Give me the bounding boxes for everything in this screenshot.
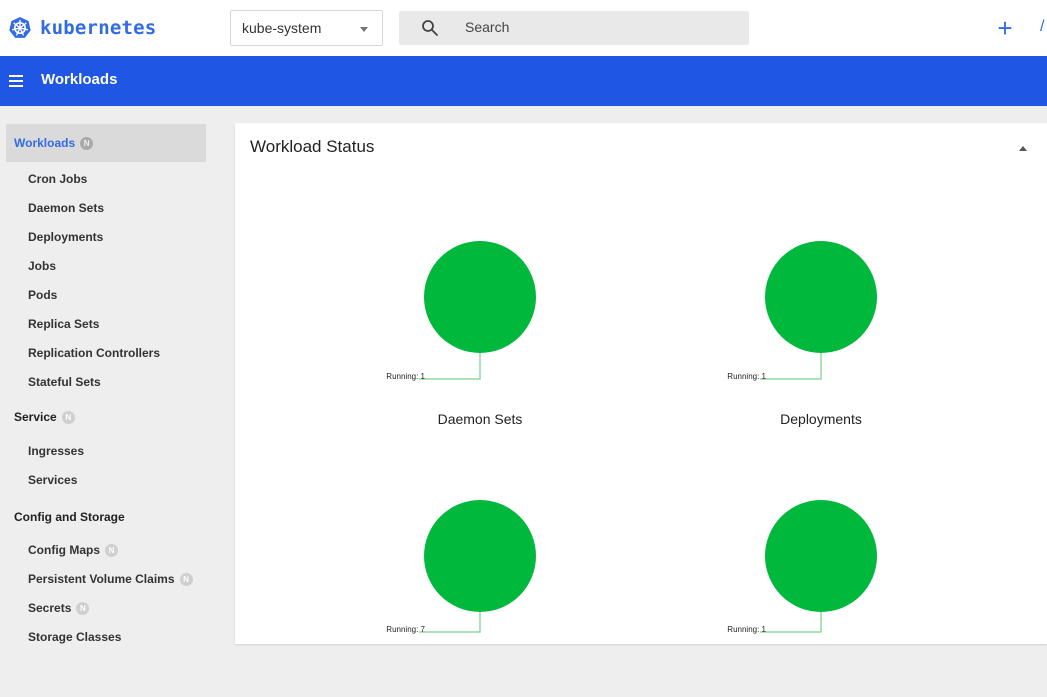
running-count-label: Running: 1 [386,372,425,381]
account-menu-icon[interactable]: / [1040,18,1044,36]
namespaced-badge: N [80,136,94,150]
running-count-label: Running: 1 [727,625,766,634]
hamburger-menu-icon[interactable] [9,75,23,87]
sidebar-item-replication-controllers[interactable]: Replication Controllers [28,342,160,364]
sidebar-group-label: Config and Storage [14,510,125,524]
sidebar-group-service[interactable]: Service N [6,398,206,436]
search-input[interactable]: Search [399,11,749,45]
sidebar-item-label: Persistent Volume Claims [28,572,175,586]
pie-chart [760,241,877,380]
namespaced-badge: N [105,543,118,557]
sidebar-item-jobs[interactable]: Jobs [28,255,56,277]
page-app-bar: Workloads [0,56,1047,106]
running-pie-slice[interactable] [424,241,536,353]
pie-chart [419,500,536,633]
sidebar-item-label: Storage Classes [28,630,122,644]
workload-status-card: Workload Status Running: 1 Daemon Sets R… [235,123,1047,644]
running-pie-slice[interactable] [765,241,877,353]
pie-chart [760,500,877,633]
running-count-label: Running: 1 [727,372,766,381]
leader-line [760,353,822,380]
sidebar-group-label: Workloads [14,136,76,150]
namespaced-badge: N [76,601,90,615]
sidebar-nav: Workloads N Cron Jobs Daemon Sets Deploy… [0,106,215,644]
sidebar-group-label: Service [14,410,57,424]
status-chart-deployments[interactable] [721,233,921,433]
running-count-label: Running: 7 [386,625,425,634]
leader-line [419,353,481,380]
namespace-value: kube-system [242,20,322,36]
running-pie-slice[interactable] [765,500,877,612]
pie-chart [419,241,536,380]
sidebar-item-config-maps[interactable]: Config Maps N [28,539,118,561]
card-title: Workload Status [250,137,375,156]
sidebar-group-workloads[interactable]: Workloads N [6,124,206,162]
sidebar-item-ingresses[interactable]: Ingresses [28,440,84,462]
sidebar-item-replica-sets[interactable]: Replica Sets [28,313,99,335]
top-toolbar: kubernetes kube-system Search + / [0,0,1047,56]
status-chart-daemon-sets[interactable] [380,233,580,433]
dropdown-arrow-icon [360,27,368,32]
status-chart-jobs[interactable] [380,492,580,692]
page-title: Workloads [41,71,118,88]
sidebar-item-secrets[interactable]: Secrets N [28,597,90,619]
create-button[interactable]: + [992,14,1018,42]
running-pie-slice[interactable] [424,500,536,612]
sidebar-item-label: Secrets [28,601,72,615]
status-chart-pods[interactable] [721,492,921,692]
leader-line [419,612,481,633]
chart-caption: Deployments [780,411,862,427]
sidebar-item-label: Config Maps [28,543,100,557]
kubernetes-wheel-icon [9,17,31,38]
logo-text: kubernetes [40,17,157,39]
sidebar-item-persistent-volume-claims[interactable]: Persistent Volume Claims N [28,568,193,590]
sidebar-item-stateful-sets[interactable]: Stateful Sets [28,371,101,393]
kubernetes-logo[interactable]: kubernetes [8,16,156,40]
leader-line [760,612,822,633]
search-icon [422,20,438,36]
chart-caption: Daemon Sets [437,411,523,427]
namespaced-badge: N [179,572,193,586]
search-placeholder: Search [465,19,510,35]
namespaced-badge: N [61,410,75,424]
sidebar-item-pods[interactable]: Pods [28,284,57,306]
sidebar-item-cron-jobs[interactable]: Cron Jobs [28,168,87,190]
sidebar-item-storage-classes[interactable]: Storage Classes [28,626,121,648]
sidebar-item-daemon-sets[interactable]: Daemon Sets [28,197,104,219]
sidebar-group-config-and-storage[interactable]: Config and Storage [6,498,206,536]
sidebar-item-services[interactable]: Services [28,469,77,491]
sidebar-item-deployments[interactable]: Deployments [28,226,103,248]
namespace-selector[interactable]: kube-system [230,10,383,46]
collapse-icon[interactable] [1019,146,1027,151]
